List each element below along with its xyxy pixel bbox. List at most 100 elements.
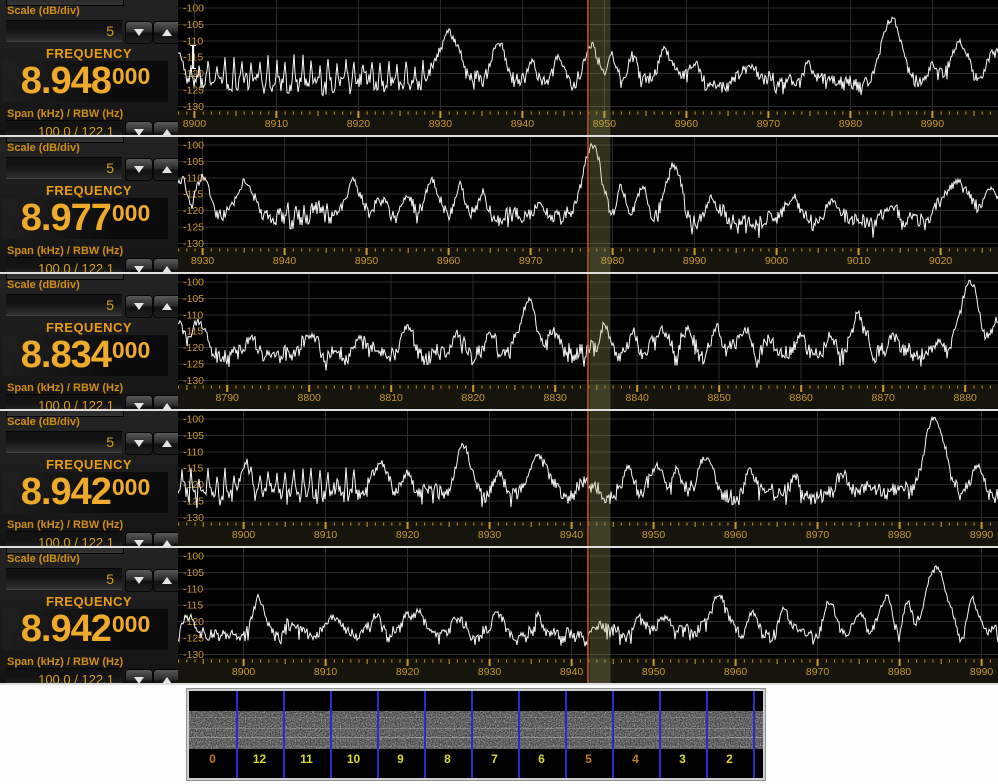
span-increment-button[interactable] (153, 532, 178, 546)
span-rbw-input[interactable]: 100.0 / 122.1 (6, 394, 122, 409)
signal-streak (189, 746, 763, 747)
svg-text:-120: -120 (183, 205, 204, 217)
spectrum-display[interactable]: 8900891089208930894089508960897089808990… (178, 0, 998, 135)
svg-text:8980: 8980 (888, 529, 912, 541)
svg-text:-110: -110 (183, 446, 203, 458)
svg-text:8960: 8960 (724, 529, 748, 541)
svg-text:8990: 8990 (970, 529, 994, 541)
channel-number-label[interactable]: 2 (706, 752, 753, 766)
span-decrement-button[interactable] (125, 395, 153, 409)
svg-text:8940: 8940 (560, 529, 584, 541)
svg-text:-100: -100 (183, 551, 204, 563)
frequency-hz-digits: 000 (112, 200, 150, 227)
frequency-title: FREQUENCY (0, 594, 178, 609)
scale-decrement-button[interactable] (125, 21, 153, 44)
frequency-display[interactable]: 8.942000 (3, 472, 168, 513)
scale-label: Scale (dB/div) (7, 416, 80, 428)
scanner-waterfall-panel[interactable]: 012111098765432 (187, 689, 765, 780)
triangle-up-icon (162, 29, 172, 36)
span-decrement-button[interactable] (125, 121, 153, 135)
svg-text:-105: -105 (183, 156, 204, 168)
frequency-mhz-digits: 8.834 (21, 335, 111, 376)
frequency-display[interactable]: 8.942000 (3, 609, 168, 650)
spectrum-display[interactable]: 8900891089208930894089508960897089808990… (178, 411, 998, 546)
span-increment-button[interactable] (153, 669, 178, 683)
channel-number-label[interactable]: 8 (424, 752, 471, 766)
span-rbw-input[interactable]: 100.0 / 122.1 (6, 668, 122, 683)
svg-text:8960: 8960 (437, 255, 461, 267)
scale-decrement-button[interactable] (125, 158, 153, 181)
svg-text:-100: -100 (183, 414, 204, 426)
frequency-display[interactable]: 8.948000 (3, 61, 168, 102)
span-rbw-input[interactable]: 100.0 / 122.1 (6, 531, 122, 546)
svg-text:-125: -125 (183, 222, 204, 234)
channel-number-label[interactable]: 5 (565, 752, 612, 766)
spectrum-display[interactable]: 8900891089208930894089508960897089808990… (178, 548, 998, 683)
span-rbw-label: Span (kHz) / RBW (Hz) (7, 382, 123, 394)
frequency-display[interactable]: 8.977000 (3, 198, 168, 239)
svg-text:8830: 8830 (544, 392, 568, 404)
svg-text:8940: 8940 (273, 255, 297, 267)
triangle-down-icon (134, 29, 144, 36)
spectrum-display[interactable]: 8790880088108820883088408850886088708880… (178, 274, 998, 409)
scale-increment-button[interactable] (153, 432, 178, 455)
triangle-down-icon (134, 440, 144, 447)
receiver-row: Scale (dB/div) 5 FREQUENCY 8.942000 Span… (0, 548, 998, 685)
channel-number-label[interactable]: 9 (377, 752, 424, 766)
channel-number-label[interactable]: 11 (283, 752, 330, 766)
svg-text:8960: 8960 (675, 118, 699, 130)
svg-text:8970: 8970 (806, 666, 830, 678)
scale-increment-button[interactable] (153, 295, 178, 318)
scale-input[interactable]: 5 (6, 157, 122, 179)
svg-text:8920: 8920 (396, 666, 420, 678)
svg-text:-125: -125 (183, 496, 204, 508)
channel-number-label[interactable]: 0 (189, 752, 236, 766)
triangle-up-icon (162, 403, 172, 409)
scale-decrement-button[interactable] (125, 432, 153, 455)
channel-number-label[interactable]: 3 (659, 752, 706, 766)
signal-streak (189, 717, 763, 718)
svg-text:8950: 8950 (642, 529, 666, 541)
svg-text:-105: -105 (183, 567, 204, 579)
span-increment-button[interactable] (153, 121, 178, 135)
svg-text:8880: 8880 (954, 392, 978, 404)
svg-text:8990: 8990 (683, 255, 707, 267)
scale-decrement-button[interactable] (125, 295, 153, 318)
svg-text:-105: -105 (183, 430, 204, 442)
frequency-title: FREQUENCY (0, 320, 178, 335)
frequency-hz-digits: 000 (112, 63, 150, 90)
svg-text:-105: -105 (183, 293, 204, 305)
span-rbw-input[interactable]: 100.0 / 122.1 (6, 120, 122, 135)
scale-increment-button[interactable] (153, 569, 178, 592)
triangle-up-icon (162, 577, 172, 584)
span-decrement-button[interactable] (125, 669, 153, 683)
svg-text:8900: 8900 (232, 666, 256, 678)
scale-increment-button[interactable] (153, 21, 178, 44)
scale-increment-button[interactable] (153, 158, 178, 181)
channel-number-label[interactable]: 6 (518, 752, 565, 766)
channel-number-label[interactable]: 7 (471, 752, 518, 766)
span-increment-button[interactable] (153, 258, 178, 272)
scale-input[interactable]: 5 (6, 20, 122, 42)
frequency-display[interactable]: 8.834000 (3, 335, 168, 376)
scale-label: Scale (dB/div) (7, 279, 80, 291)
triangle-down-icon (134, 677, 144, 683)
svg-text:-100: -100 (183, 3, 204, 15)
span-increment-button[interactable] (153, 395, 178, 409)
channel-number-label[interactable]: 4 (612, 752, 659, 766)
svg-text:8980: 8980 (839, 118, 863, 130)
svg-text:8810: 8810 (380, 392, 404, 404)
span-decrement-button[interactable] (125, 258, 153, 272)
scale-input[interactable]: 5 (6, 294, 122, 316)
svg-text:8930: 8930 (429, 118, 453, 130)
channel-number-label[interactable]: 12 (236, 752, 283, 766)
scale-input[interactable]: 5 (6, 568, 122, 590)
spectrum-display[interactable]: 8930894089508960897089808990900090109020… (178, 137, 998, 272)
span-rbw-input[interactable]: 100.0 / 122.1 (6, 257, 122, 272)
scale-input[interactable]: 5 (6, 431, 122, 453)
channel-number-label[interactable]: 10 (330, 752, 377, 766)
span-decrement-button[interactable] (125, 532, 153, 546)
scale-decrement-button[interactable] (125, 569, 153, 592)
svg-text:9000: 9000 (765, 255, 789, 267)
svg-text:-130: -130 (183, 375, 204, 387)
